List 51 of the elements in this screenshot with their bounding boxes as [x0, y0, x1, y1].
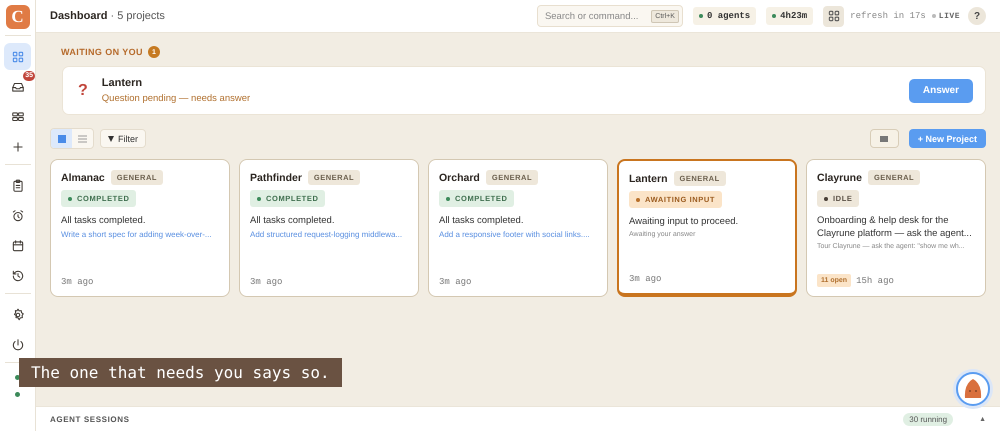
project-name: Orchard: [439, 172, 480, 184]
page-title: Dashboard · 5 projects: [50, 10, 166, 22]
project-name: Pathfinder: [250, 172, 302, 184]
question-mark: ?: [78, 82, 88, 100]
project-summary: All tasks completed.: [61, 214, 146, 227]
assistant-avatar[interactable]: [952, 368, 994, 410]
alarm-clock-icon: [10, 208, 24, 222]
help-button[interactable]: ?: [968, 7, 986, 25]
live-indicator: LIVE: [932, 12, 960, 20]
layout-button[interactable]: [823, 6, 844, 26]
funnel-icon: [108, 136, 114, 142]
list-view-icon: [78, 134, 87, 142]
section-title: WAITING ON YOU: [61, 47, 143, 57]
sessions-title: AGENT SESSIONS: [50, 414, 131, 424]
grid-view-icon: [58, 134, 66, 142]
project-summary: Awaiting input to proceed.: [629, 215, 740, 228]
running-count: 30 running: [903, 412, 954, 426]
updated-time: 3m ago: [61, 277, 94, 287]
project-name: Lantern: [102, 77, 144, 89]
updated-time: 3m ago: [439, 277, 472, 287]
app-logo[interactable]: C: [6, 5, 30, 29]
blocks-icon: [10, 110, 24, 124]
refresh-timer: refresh in 17s: [850, 11, 926, 21]
project-summary: Onboarding & help desk for the Clayrune platform — ask the agent...: [817, 214, 973, 240]
uptime-chip: 4h23m: [766, 7, 814, 25]
power-icon: [10, 338, 24, 352]
project-name: Clayrune: [817, 172, 862, 184]
history-icon: [10, 268, 24, 282]
grid-icon: [826, 9, 841, 23]
status-dot: [15, 392, 20, 397]
project-name: Lantern: [629, 172, 668, 184]
filter-button[interactable]: Filter: [100, 129, 146, 148]
caption: The one that needs you says so.: [19, 358, 342, 387]
updated-time: 15h ago: [856, 276, 894, 286]
clipboard-icon: [10, 178, 24, 192]
project-summary: All tasks completed.: [439, 214, 524, 227]
task-link[interactable]: Add a responsive footer with social links....: [439, 230, 599, 239]
task-link[interactable]: Add structured request-logging middlewa...: [250, 230, 410, 239]
calendar-icon: [10, 238, 24, 252]
plus-icon: [10, 140, 24, 154]
pending-message: Question pending — needs answer: [102, 93, 252, 104]
updated-time: 3m ago: [629, 274, 662, 284]
grid-icon: [10, 50, 24, 64]
updated-time: 3m ago: [250, 277, 282, 287]
project-summary: All tasks completed.: [250, 214, 336, 227]
square-icon: [880, 136, 888, 142]
stop-button[interactable]: [870, 129, 899, 148]
view-toggle[interactable]: [51, 129, 72, 148]
agents-count: 0 agents: [692, 7, 756, 25]
task-link[interactable]: Write a short spec for adding week-over-...: [61, 230, 221, 239]
project-name: Almanac: [61, 172, 105, 184]
